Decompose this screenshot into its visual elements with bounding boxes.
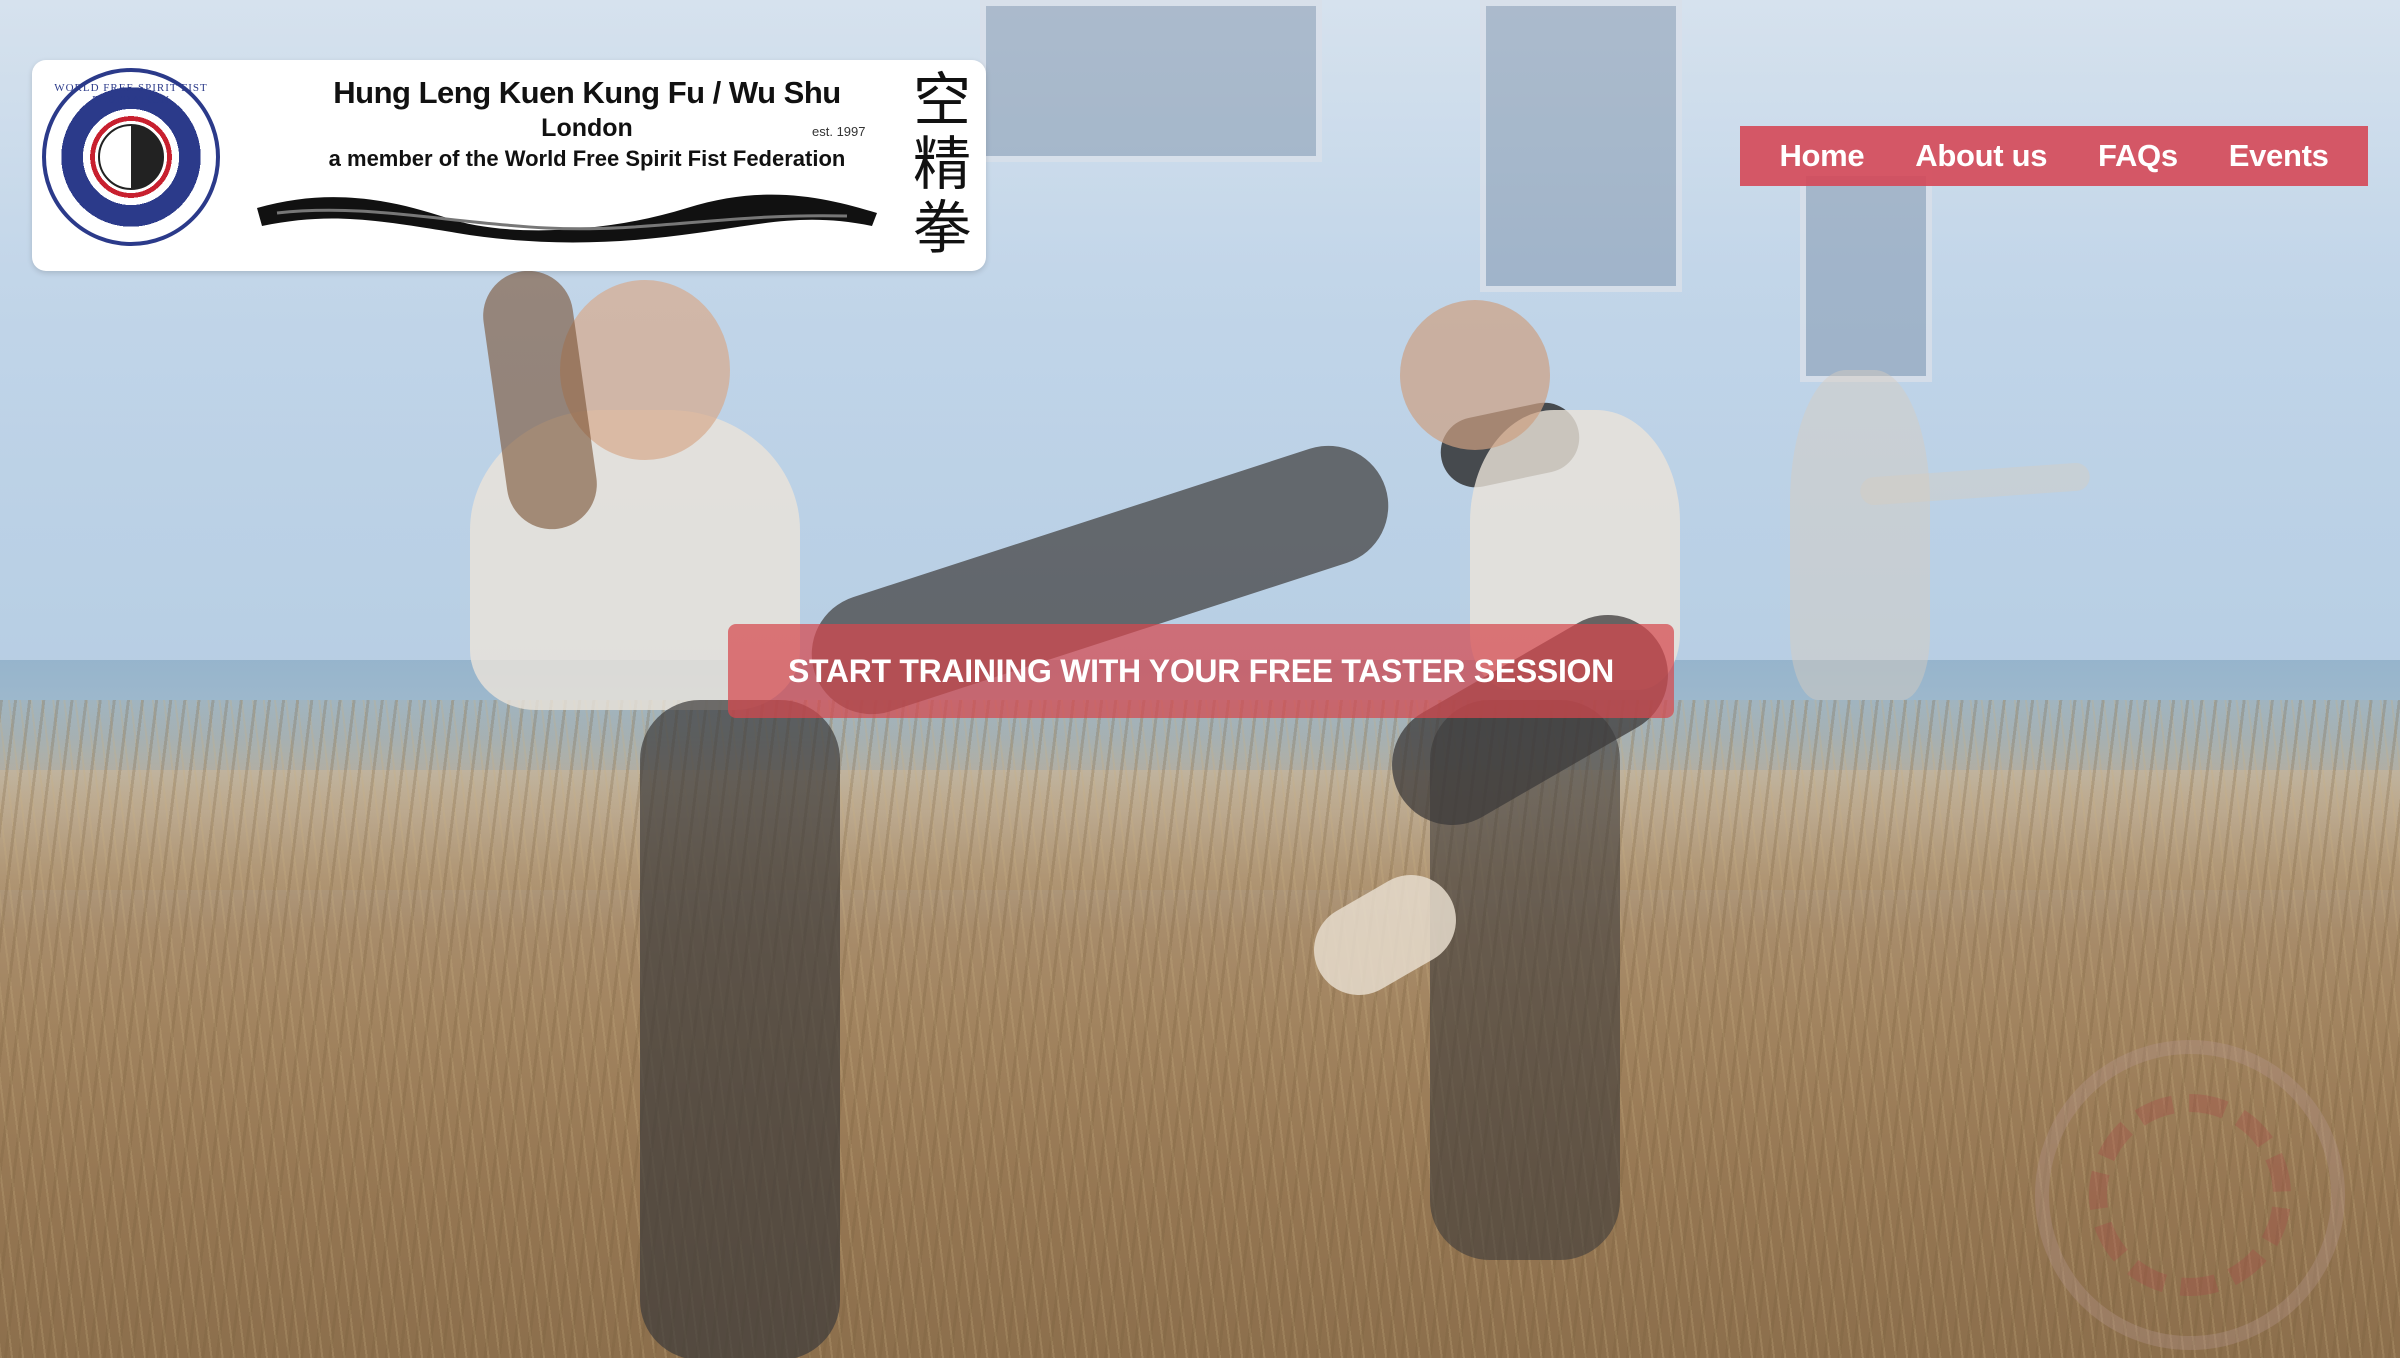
ribbon-icon: [257, 194, 877, 243]
federation-seal-icon: WORLD FREE SPIRIT FIST FEDERATION: [42, 68, 220, 246]
background-dune-grass: [0, 700, 2400, 1358]
background-window: [980, 0, 1322, 162]
federation-watermark: [2035, 1040, 2345, 1350]
nav-about-us[interactable]: About us: [1905, 134, 2057, 178]
yin-yang-icon: [98, 124, 164, 190]
background-ghost-figure: [1790, 370, 1930, 700]
logo-member-line: a member of the World Free Spirit Fist F…: [328, 146, 846, 171]
page: WORLD FREE SPIRIT FIST FEDERATION Hung L…: [0, 0, 2400, 1358]
photo-blocking-figure-standing-leg: [1430, 700, 1620, 1260]
nav-faqs[interactable]: FAQs: [2088, 134, 2188, 178]
photo-kicking-figure-standing-leg: [640, 700, 840, 1358]
logo-chinese-characters: 空精拳: [912, 66, 971, 262]
main-nav: Home About us FAQs Events: [1740, 126, 2368, 186]
seal-text: WORLD FREE SPIRIT FIST FEDERATION: [54, 82, 208, 106]
photo-blocking-figure-head: [1400, 300, 1550, 450]
site-logo[interactable]: WORLD FREE SPIRIT FIST FEDERATION Hung L…: [32, 60, 986, 271]
nav-events[interactable]: Events: [2219, 134, 2339, 178]
logo-title: Hung Leng Kuen Kung Fu / Wu Shu: [333, 75, 841, 110]
background-window: [1800, 170, 1932, 382]
background-window: [1480, 0, 1682, 292]
nav-home[interactable]: Home: [1769, 134, 1874, 178]
free-taster-session-button[interactable]: START TRAINING WITH YOUR FREE TASTER SES…: [728, 624, 1674, 718]
logo-established: est. 1997: [812, 124, 866, 139]
